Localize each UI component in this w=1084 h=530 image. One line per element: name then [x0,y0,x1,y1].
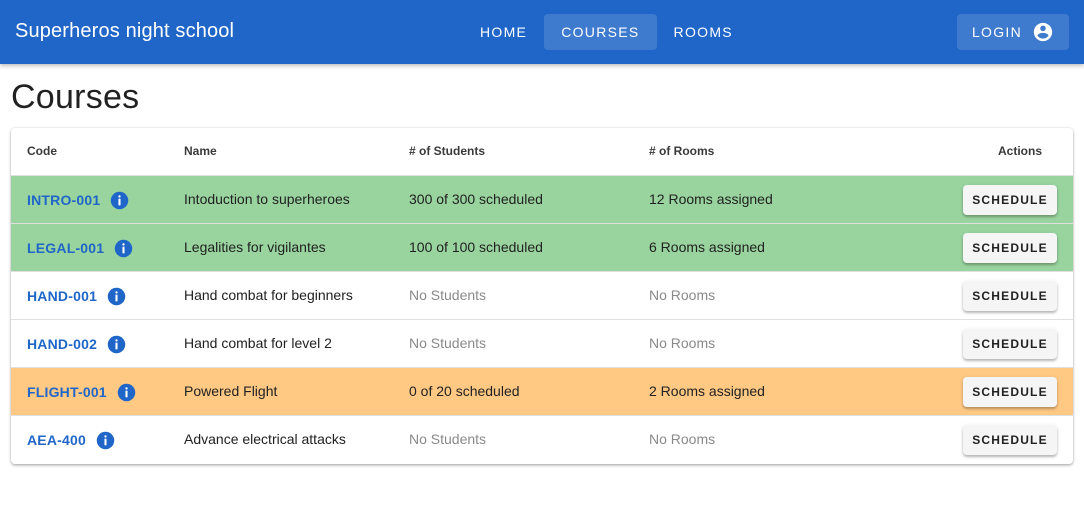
students-status: 300 of 300 scheduled [409,191,543,207]
nav-home-button[interactable]: HOME [463,14,544,50]
course-code-link[interactable]: FLIGHT-001 [27,384,107,400]
login-button[interactable]: LOGIN [957,14,1069,50]
column-header-rooms: # of Rooms [649,144,715,158]
table-row: FLIGHT-001 Powered Flight 0 of 20 schedule… [11,368,1073,416]
login-label: LOGIN [971,24,1023,40]
schedule-button[interactable]: SCHEDULE [963,233,1057,263]
course-code-cell: LEGAL-001 [27,236,134,260]
students-status: No Students [409,335,487,351]
info-icon[interactable] [116,382,137,403]
course-name: Intoduction to superheroes [184,191,350,207]
course-name: Hand combat for beginners [184,287,353,303]
table-row: HAND-002 Hand combat for level 2 No Studen… [11,320,1073,368]
students-status: 0 of 20 scheduled [409,383,520,399]
students-status: No Students [409,287,487,303]
schedule-button[interactable]: SCHEDULE [963,185,1057,215]
info-icon[interactable] [106,286,127,307]
page-title: Courses [11,78,140,116]
schedule-button[interactable]: SCHEDULE [963,281,1057,311]
main-nav: HOME COURSES ROOMS [463,14,750,50]
course-name: Legalities for vigilantes [184,239,326,255]
rooms-status: 2 Rooms assigned [649,383,765,399]
info-icon[interactable] [113,238,134,259]
course-code-cell: INTRO-001 [27,188,130,212]
column-header-code: Code [27,144,57,158]
students-status: 100 of 100 scheduled [409,239,543,255]
app-bar: Superheros night school HOME COURSES ROO… [0,0,1084,64]
schedule-button[interactable]: SCHEDULE [963,425,1057,455]
courses-table: Code Name # of Students # of Rooms Actio… [11,128,1073,464]
schedule-button[interactable]: SCHEDULE [963,377,1057,407]
course-code-link[interactable]: INTRO-001 [27,192,100,208]
table-header: Code Name # of Students # of Rooms Actio… [11,128,1073,176]
course-code-cell: FLIGHT-001 [27,380,137,404]
course-code-cell: AEA-400 [27,428,116,452]
table-body: INTRO-001 Intoduction to superheroes 300 o… [11,176,1073,464]
info-icon[interactable] [109,190,130,211]
schedule-button[interactable]: SCHEDULE [963,329,1057,359]
nav-rooms-button[interactable]: ROOMS [657,14,750,50]
course-code-link[interactable]: AEA-400 [27,432,86,448]
column-header-name: Name [184,144,217,158]
course-code-link[interactable]: HAND-001 [27,288,97,304]
table-row: AEA-400 Advance electrical attacks No Stud… [11,416,1073,464]
rooms-status: 6 Rooms assigned [649,239,765,255]
course-code-link[interactable]: LEGAL-001 [27,240,104,256]
column-header-actions: Actions [998,144,1043,158]
nav-courses-button[interactable]: COURSES [544,14,657,50]
table-row: LEGAL-001 Legalities for vigilantes 100 of… [11,224,1073,272]
course-code-cell: HAND-001 [27,284,127,308]
course-code-cell: HAND-002 [27,332,127,356]
account-circle-icon [1032,21,1054,43]
students-status: No Students [409,431,487,447]
info-icon[interactable] [106,334,127,355]
table-row: HAND-001 Hand combat for beginners No Stud… [11,272,1073,320]
rooms-status: 12 Rooms assigned [649,191,773,207]
rooms-status: No Rooms [649,335,716,351]
table-row: INTRO-001 Intoduction to superheroes 300 o… [11,176,1073,224]
rooms-status: No Rooms [649,431,716,447]
column-header-students: # of Students [409,144,486,158]
course-name: Hand combat for level 2 [184,335,332,351]
info-icon[interactable] [95,430,116,451]
app-title: Superheros night school [15,20,235,42]
rooms-status: No Rooms [649,287,716,303]
course-name: Advance electrical attacks [184,431,346,447]
course-code-link[interactable]: HAND-002 [27,336,97,352]
course-name: Powered Flight [184,383,278,399]
